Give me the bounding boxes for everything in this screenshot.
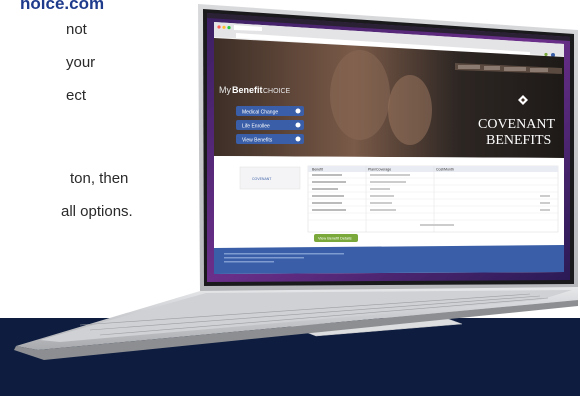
nav-arrow-icon	[295, 136, 301, 142]
site-logo-choice: CHOICE	[263, 88, 291, 95]
view-benefit-details-label: View Benefit Details	[318, 237, 352, 241]
table-header-benefit: Benefit	[312, 168, 323, 172]
hero-hands-image-2	[388, 75, 432, 145]
laptop-mockup: My Benefit CHOICE Medical Change Life En…	[14, 4, 578, 360]
nav-label-view-benefits: View Benefits	[242, 138, 273, 144]
site-logo-my: My	[219, 85, 231, 95]
top-link-contact	[484, 66, 500, 70]
brand-benefits: BENEFITS	[486, 133, 551, 148]
benefits-table: Benefit Plan/Coverage Cost/Month	[307, 165, 559, 233]
nav-arrow-icon	[295, 108, 301, 114]
top-link-help-desk	[504, 67, 526, 71]
nav-label-life-enrollee: Life Enrollee	[242, 124, 270, 130]
employer-logo-text: COVENANT	[252, 177, 272, 181]
extension-icon	[544, 52, 548, 57]
nav-arrow-icon	[295, 122, 301, 128]
table-header-cost: Cost/Month	[436, 168, 454, 172]
minimize-dot-icon	[222, 25, 226, 29]
table-header-plan: Plan/Coverage	[368, 168, 391, 172]
brand-covenant: COVENANT	[478, 117, 555, 132]
hero-hands-image	[330, 50, 390, 140]
site-footer	[214, 245, 564, 274]
top-link-logout	[530, 68, 548, 72]
site-logo-benefit: Benefit	[232, 85, 263, 95]
nav-label-medical-change: Medical Change	[242, 110, 278, 116]
maximize-dot-icon	[227, 26, 231, 30]
top-link-change-login	[458, 65, 480, 69]
close-dot-icon	[217, 25, 221, 29]
